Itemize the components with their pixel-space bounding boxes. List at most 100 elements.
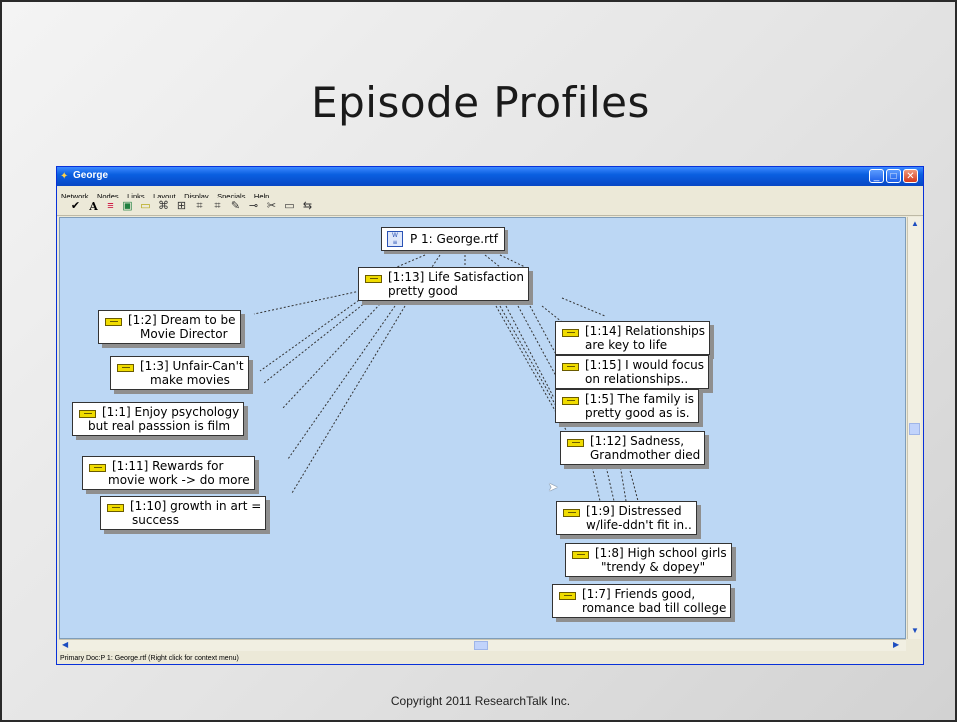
link-line [291,305,406,494]
document-icon: W ≡ [387,231,403,247]
horizontal-scrollbar[interactable]: ◀ ▶ [59,639,906,651]
node-label-line1: [1:12] Sadness, [590,434,685,448]
layout-icon[interactable]: ⌘ [157,200,170,213]
scroll-up-icon[interactable]: ▲ [911,219,919,228]
node-color-icon[interactable]: ▭ [139,200,152,213]
node-label-line1: [1:15] I would focus [585,358,705,372]
window-titlebar[interactable]: ✦ George _ □ ✕ [57,167,923,186]
node-label-line1: [1:5] The family is [585,392,695,406]
quote-node[interactable]: [1:11] Rewards for movie work -> do more [82,456,255,490]
network-canvas[interactable]: W ≡ P 1: George.rtf [1:13] Life Satisfact… [59,217,906,639]
quote-node[interactable]: [1:1] Enjoy psychology but real passsion… [72,402,245,436]
quote-node[interactable]: [1:5] The family is pretty good as is. [555,389,700,423]
copyright-footer: Copyright 2011 ResearchTalk Inc. [390,694,571,708]
window-title: George [73,170,109,181]
app-icon: ✦ [60,171,69,182]
quote-node[interactable]: [1:3] Unfair-Can't make movies [110,356,249,390]
link-line [484,254,501,268]
link-line [529,305,559,359]
quote-node[interactable]: [1:9] Distressed w/life-ddn't fit in.. [556,501,697,535]
quotation-icon [559,592,576,600]
link-line [396,254,426,268]
vertical-scrollbar[interactable]: ▲ ▼ [907,217,921,639]
link-line [499,254,526,268]
layout-icon-3[interactable]: ⌗ [193,200,206,213]
node-label-line1: [1:3] Unfair-Can't [140,359,244,373]
node-label-line2: Grandmother died [590,448,701,462]
quote-node[interactable]: [1:2] Dream to be Movie Director [98,310,241,344]
node-label-line2: are key to life [585,338,668,352]
quote-node[interactable]: [1:8] High school girls "trendy & dopey" [565,543,732,577]
node-label-line2: but real passsion is film [88,419,231,433]
network-editor-window: ✦ George _ □ ✕ Network Nodes Links Layou… [57,167,923,664]
quotation-icon [105,318,122,326]
node-label-line1: [1:9] Distressed [586,504,682,518]
node-label-line1: [1:1] Enjoy psychology [102,405,240,419]
node-label-line2: w/life-ddn't fit in.. [586,518,692,532]
node-label-line2: make movies [150,373,230,387]
comment-icon[interactable]: ▭ [283,200,296,213]
scroll-left-icon[interactable]: ◀ [62,640,68,649]
document-label: P 1: George.rtf [410,232,498,246]
node-label-line2: "trendy & dopey" [601,560,706,574]
minimize-button[interactable]: _ [869,169,884,183]
fill-color-icon[interactable]: ▣ [121,200,134,213]
node-label-line1: [1:8] High school girls [595,546,727,560]
layout-icon-2[interactable]: ⊞ [175,200,188,213]
menu-bar: Network Nodes Links Layout Display Speci… [57,186,923,201]
quotation-icon [365,275,382,283]
pencil-icon[interactable]: ✎ [229,200,242,213]
quotation-icon [79,410,96,418]
quotation-icon [562,363,579,371]
node-label-line2: romance bad till college [582,601,727,615]
check-icon[interactable]: ✔ [69,200,82,213]
quote-node[interactable]: [1:12] Sadness, Grandmother died [560,431,706,465]
layout-icon-4[interactable]: ⌗ [211,200,224,213]
close-button[interactable]: ✕ [903,169,918,183]
node-label-line2: movie work -> do more [108,473,250,487]
node-label-line1: [1:11] Rewards for [112,459,224,473]
quotation-icon [107,504,124,512]
quotation-icon [563,509,580,517]
quotation-icon [89,464,106,472]
link-line [287,305,396,460]
font-icon[interactable]: A [87,200,100,213]
quotation-icon [117,364,134,372]
quotation-icon [562,329,579,337]
quotation-icon [567,439,584,447]
scroll-down-icon[interactable]: ▼ [911,626,919,635]
quotation-icon [562,397,579,405]
line-style-icon[interactable]: ≡ [104,200,117,213]
root-quote-node[interactable]: [1:13] Life Satisfaction pretty good [358,267,529,301]
quote-node[interactable]: [1:10] growth in art = success [100,496,267,530]
quote-node[interactable]: [1:14] Relationships are key to life [555,321,711,355]
link-line [259,297,363,372]
maximize-button[interactable]: □ [886,169,901,183]
vertical-scroll-thumb[interactable] [909,423,920,435]
node-label-line1: [1:13] Life Satisfaction [388,270,524,284]
mouse-cursor-icon: ➤ [548,480,559,494]
link-icon[interactable]: ⊸ [247,200,260,213]
toolbar: ✔ A ≡ ▣ ▭ ⌘ ⊞ ⌗ ⌗ ✎ ⊸ ✂ ▭ ⇆ [57,198,923,216]
link-line [263,301,367,384]
slide: Episode Profiles ✦ George _ □ ✕ Network … [0,0,957,722]
cut-icon[interactable]: ✂ [265,200,278,213]
link-line [561,297,606,317]
link-line [499,305,561,414]
quote-node[interactable]: [1:7] Friends good, romance bad till col… [552,584,732,618]
scroll-right-icon[interactable]: ▶ [893,640,899,649]
status-bar: Primary Doc:P 1: George.rtf (Right click… [57,653,923,664]
node-label-line1: [1:2] Dream to be [128,313,236,327]
link-line [517,305,557,377]
quote-node[interactable]: [1:15] I would focus on relationships.. [555,355,710,389]
export-icon[interactable]: ⇆ [301,200,314,213]
primary-document-node[interactable]: W ≡ P 1: George.rtf [381,227,505,251]
horizontal-scroll-thumb[interactable] [474,641,488,650]
node-label-line2: Movie Director [140,327,228,341]
quotation-icon [572,551,589,559]
slide-title: Episode Profiles [311,78,650,127]
node-label-line1: [1:10] growth in art = [130,499,262,513]
node-label-line2: on relationships.. [585,372,689,386]
node-label-line2: pretty good [388,284,458,298]
node-label-line2: success [132,513,179,527]
